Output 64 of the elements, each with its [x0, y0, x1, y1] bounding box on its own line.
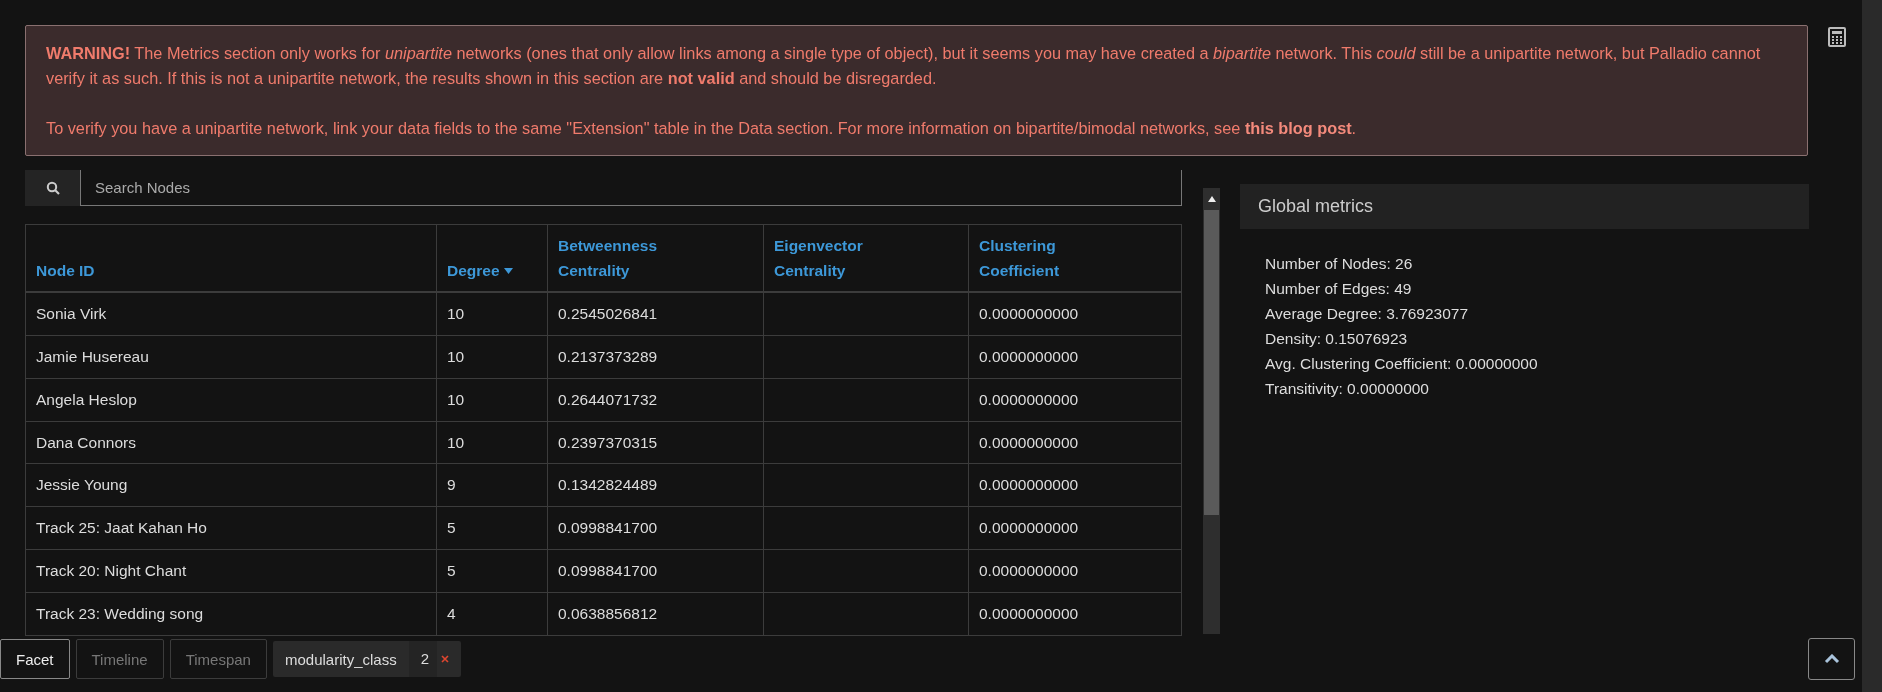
table-cell: 0.0638856812	[547, 592, 764, 636]
scroll-up-icon[interactable]	[1207, 196, 1216, 202]
table-cell: 0.0000000000	[968, 378, 1182, 422]
column-header[interactable]: Clustering Coefficient	[968, 224, 1182, 292]
metric-text: Average Degree: 3.76923077	[1265, 304, 1470, 324]
sort-caret-icon	[503, 268, 513, 274]
table-cell: 0.0000000000	[968, 506, 1182, 550]
search-icon	[45, 181, 60, 195]
metric-text: Avg. Clustering Coefficient: 0.00000000	[1265, 354, 1539, 374]
table-cell: 0.2644071732	[547, 378, 764, 422]
metric-text: Density: 0.15076923	[1265, 329, 1409, 349]
search-button[interactable]	[25, 170, 80, 206]
table-cell: 10	[436, 292, 548, 336]
table-cell: 0.0998841700	[547, 506, 764, 550]
table-cell: 0.2397370315	[547, 421, 764, 464]
table-cell: 0.0000000000	[968, 421, 1182, 464]
view-tab[interactable]: Facet	[0, 639, 70, 679]
table-cell: Track 25: Jaat Kahan Ho	[25, 506, 437, 550]
scroll-to-top-button[interactable]	[1808, 638, 1855, 680]
table-cell: 0.0000000000	[968, 463, 1182, 507]
table-cell: 0.2137373289	[547, 335, 764, 379]
table-cell: 10	[436, 335, 548, 379]
table-cell: 5	[436, 549, 548, 593]
table-cell: 9	[436, 463, 548, 507]
table-cell: 0.0998841700	[547, 549, 764, 593]
table-cell: Sonia Virk	[25, 292, 437, 336]
chevron-up-icon	[1823, 654, 1840, 664]
table-cell: Dana Connors	[25, 421, 437, 464]
table-cell: 10	[436, 378, 548, 422]
metric-text: Transitivity: 0.00000000	[1265, 379, 1430, 399]
table-cell: 0.0000000000	[968, 292, 1182, 336]
column-header[interactable]: Eigenvector Centrality	[763, 224, 969, 292]
table-cell: Track 20: Night Chant	[25, 549, 437, 593]
search-field[interactable]: Search Nodes	[80, 170, 1182, 206]
scrollbar-thumb[interactable]	[1204, 210, 1219, 515]
calculator-icon[interactable]	[1828, 27, 1846, 47]
table-cell: 0.1342824489	[547, 463, 764, 507]
metric-text: Number of Nodes: 26	[1265, 254, 1414, 274]
warning-text: To verify you have a unipartite network, link your data fields to the same "Extension" table in the Data section. For more information on bipartite/bimodal networks, see this blog post.	[46, 118, 1358, 139]
table-cell: 5	[436, 506, 548, 550]
table-cell: Jessie Young	[25, 463, 437, 507]
view-tab[interactable]: Timespan	[169, 639, 267, 679]
table-cell: 0.2545026841	[547, 292, 764, 336]
filter-chip[interactable]: modularity_class 2	[272, 641, 462, 677]
table-cell: 0.0000000000	[968, 592, 1182, 636]
table-cell: 0.0000000000	[968, 335, 1182, 379]
table-cell: 10	[436, 421, 548, 464]
table-cell: Jamie Husereau	[25, 335, 437, 379]
table-cell: 4	[436, 592, 548, 636]
panel-header: Global metrics	[1240, 184, 1809, 229]
warning-text: WARNING! The Metrics section only works for unipartite networks (ones that only allow links among a single type of object), but it seems you may have created a bipartite network. This could still be a unipartite network, but Palladio cannot verify it as such. If this is not a unipartite network, the results shown in this section are not valid and should be disregarded.	[46, 43, 1762, 89]
column-header[interactable]: Node ID	[25, 224, 437, 292]
column-header[interactable]: Betweenness Centrality	[547, 224, 764, 292]
view-tab[interactable]: Timeline	[75, 639, 164, 679]
filter-value: 2	[408, 641, 438, 677]
table-cell: Angela Heslop	[25, 378, 437, 422]
blog-post-link[interactable]: this blog post	[1244, 119, 1352, 137]
table-cell: Track 23: Wedding song	[25, 592, 437, 636]
table-cell: 0.0000000000	[968, 549, 1182, 593]
remove-icon[interactable]	[441, 655, 450, 663]
filter-field: modularity_class	[272, 650, 409, 668]
scrollbar[interactable]	[1203, 188, 1220, 634]
column-header[interactable]: Degree	[436, 224, 548, 292]
metric-text: Number of Edges: 49	[1265, 279, 1413, 299]
